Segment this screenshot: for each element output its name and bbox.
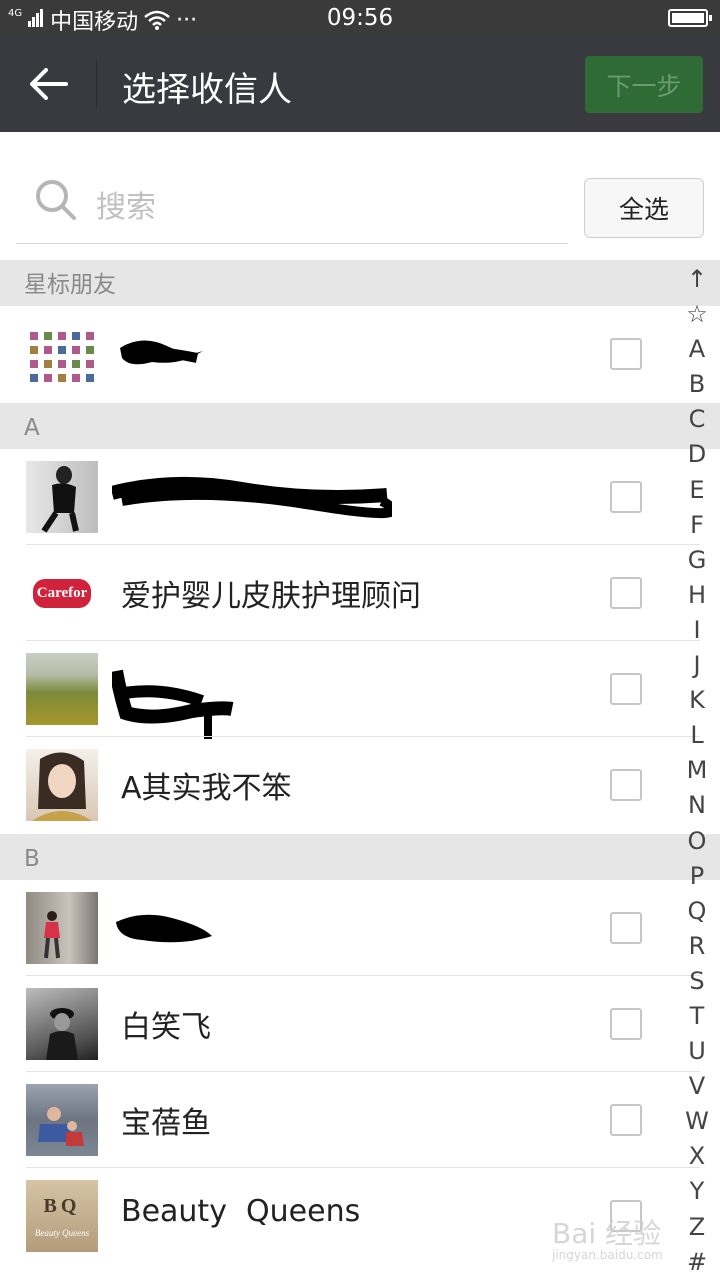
select-checkbox[interactable] bbox=[610, 1008, 642, 1040]
alphabet-index[interactable]: ↑ ☆ A B C D E F G H I J K L M N O P Q R S T U V W X Y Z # bbox=[680, 262, 714, 1280]
redacted-name bbox=[112, 669, 234, 739]
search-icon bbox=[36, 180, 76, 220]
select-checkbox[interactable] bbox=[610, 481, 642, 513]
index-letter[interactable]: R bbox=[680, 929, 714, 964]
index-letter[interactable]: W bbox=[680, 1104, 714, 1139]
index-letter[interactable]: S bbox=[680, 964, 714, 999]
avatar bbox=[26, 892, 98, 964]
contact-row[interactable] bbox=[0, 641, 700, 739]
select-checkbox[interactable] bbox=[610, 673, 642, 705]
avatar bbox=[26, 1084, 98, 1156]
index-letter[interactable]: ☆ bbox=[680, 297, 714, 332]
contact-name: Beauty Queens bbox=[121, 1194, 361, 1229]
contact-name: 爱护婴儿皮肤护理顾问 bbox=[121, 579, 421, 614]
redacted-name bbox=[120, 340, 204, 365]
watermark: Bai 经验 jingyan.baidu.com bbox=[552, 1212, 663, 1262]
select-checkbox[interactable] bbox=[610, 912, 642, 944]
select-checkbox[interactable] bbox=[610, 769, 642, 801]
index-letter[interactable]: Q bbox=[680, 894, 714, 929]
index-letter[interactable]: D bbox=[680, 437, 714, 472]
index-letter[interactable]: N bbox=[680, 788, 714, 823]
section-header-starred: 星标朋友 bbox=[0, 260, 720, 306]
redacted-name bbox=[116, 914, 212, 943]
index-letter[interactable]: G bbox=[680, 543, 714, 578]
avatar bbox=[26, 461, 98, 533]
index-letter[interactable]: B bbox=[680, 367, 714, 402]
search-bar[interactable]: 搜索 bbox=[16, 162, 568, 244]
contact-name: A其实我不笨 bbox=[121, 771, 292, 806]
back-arrow-icon[interactable] bbox=[26, 64, 72, 104]
avatar bbox=[26, 653, 98, 725]
index-letter[interactable]: A bbox=[680, 332, 714, 367]
index-letter[interactable]: E bbox=[680, 473, 714, 508]
redacted-name bbox=[112, 476, 392, 519]
bq-logo: BQ bbox=[43, 1194, 81, 1217]
index-letter[interactable]: M bbox=[680, 753, 714, 788]
contact-name: 宝蓓鱼 bbox=[121, 1106, 211, 1141]
index-letter[interactable]: J bbox=[680, 648, 714, 683]
index-letter[interactable]: O bbox=[680, 824, 714, 859]
contact-row[interactable]: 白笑飞 bbox=[0, 976, 700, 1072]
search-input[interactable]: 搜索 bbox=[96, 182, 156, 226]
index-letter[interactable]: U bbox=[680, 1034, 714, 1069]
index-letter[interactable]: L bbox=[680, 718, 714, 753]
contact-row[interactable]: A其实我不笨 bbox=[0, 737, 700, 833]
index-letter[interactable]: # bbox=[680, 1245, 714, 1280]
index-letter[interactable]: C bbox=[680, 402, 714, 437]
index-letter[interactable]: X bbox=[680, 1139, 714, 1174]
avatar: Carefor bbox=[26, 557, 98, 629]
watermark-text: Bai 经验 bbox=[552, 1217, 662, 1250]
contact-row[interactable] bbox=[0, 449, 700, 545]
select-all-button[interactable]: 全选 bbox=[584, 178, 704, 238]
index-letter[interactable]: Y bbox=[680, 1174, 714, 1209]
avatar bbox=[26, 988, 98, 1060]
select-checkbox[interactable] bbox=[610, 577, 642, 609]
next-step-button[interactable]: 下一步 bbox=[585, 56, 703, 113]
status-bar: 4G 中国移动 ··· 09:56 bbox=[0, 0, 720, 36]
status-time: 09:56 bbox=[326, 5, 394, 31]
select-checkbox[interactable] bbox=[610, 1104, 642, 1136]
avatar bbox=[26, 749, 98, 821]
select-checkbox[interactable] bbox=[610, 338, 642, 370]
battery-icon bbox=[668, 9, 712, 27]
carefor-logo: Carefor bbox=[32, 578, 92, 608]
index-letter[interactable]: V bbox=[680, 1069, 714, 1104]
contact-row[interactable] bbox=[0, 880, 700, 976]
avatar: BQ Beauty Queens bbox=[26, 1180, 98, 1252]
index-letter[interactable]: H bbox=[680, 578, 714, 613]
section-header-a: A bbox=[0, 403, 720, 449]
index-letter[interactable]: I bbox=[680, 613, 714, 648]
index-letter[interactable]: K bbox=[680, 683, 714, 718]
bq-logo-subtext: Beauty Queens bbox=[34, 1227, 90, 1238]
contact-name: 白笑飞 bbox=[121, 1010, 211, 1045]
index-letter[interactable]: F bbox=[680, 508, 714, 543]
index-letter[interactable]: Z bbox=[680, 1210, 714, 1245]
watermark-url: jingyan.baidu.com bbox=[552, 1248, 663, 1262]
index-letter[interactable]: T bbox=[680, 999, 714, 1034]
page-title: 选择收信人 bbox=[122, 70, 292, 110]
nav-divider bbox=[96, 60, 97, 108]
index-letter[interactable]: ↑ bbox=[680, 262, 714, 297]
section-header-b: B bbox=[0, 834, 720, 880]
nav-bar: 选择收信人 下一步 bbox=[0, 36, 720, 132]
index-letter[interactable]: P bbox=[680, 859, 714, 894]
avatar bbox=[26, 318, 98, 390]
contact-row[interactable] bbox=[0, 306, 700, 402]
contact-row[interactable]: 宝蓓鱼 bbox=[0, 1072, 700, 1168]
contact-row[interactable]: Carefor 爱护婴儿皮肤护理顾问 bbox=[0, 545, 700, 641]
